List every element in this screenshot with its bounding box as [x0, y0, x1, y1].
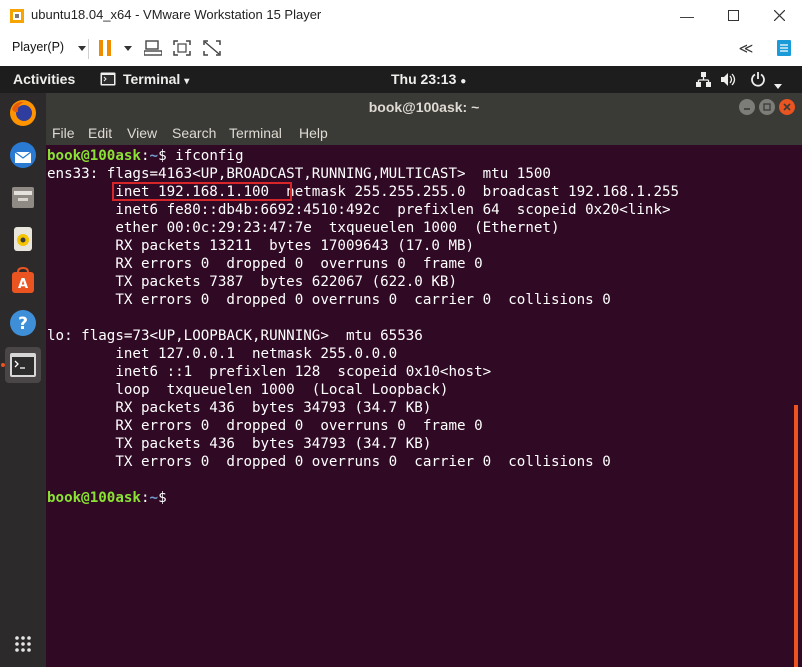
menu-view[interactable]: View — [127, 125, 157, 141]
toolbar-divider — [88, 39, 89, 59]
fullscreen-button[interactable] — [172, 39, 192, 57]
terminal-content[interactable]: book@100ask:~$ ifconfig ens33: flags=416… — [46, 145, 802, 667]
minimize-icon — [744, 108, 750, 110]
unity-icon — [203, 40, 221, 56]
terminal-close-button[interactable] — [779, 99, 795, 115]
clock-button[interactable]: Thu 23:13 ● — [391, 71, 466, 87]
show-applications-button[interactable] — [5, 626, 41, 662]
output-line: RX errors 0 dropped 0 overruns 0 frame 0 — [47, 418, 483, 434]
pause-dropdown-icon[interactable] — [118, 39, 138, 57]
prompt-path: ~ — [149, 490, 159, 506]
vmware-window-title: ubuntu18.04_x64 - VMware Workstation 15 … — [31, 7, 322, 22]
terminal-title-bar: book@100ask: ~ — [46, 93, 802, 121]
chevron-down-icon[interactable] — [72, 39, 92, 57]
gnome-top-bar: Activities Terminal ▾ Thu 23:13 ● — [0, 66, 802, 93]
message-log-icon — [777, 40, 791, 56]
terminal-maximize-button[interactable] — [759, 99, 775, 115]
volume-icon[interactable] — [720, 72, 738, 90]
terminal-scrollbar[interactable] — [794, 405, 798, 667]
ubuntu-dock: A ? — [0, 93, 46, 667]
menu-help[interactable]: Help — [299, 125, 328, 141]
dock-help[interactable]: ? — [5, 305, 41, 341]
minimize-icon: — — [680, 7, 694, 24]
files-icon — [12, 187, 34, 208]
command-text: ifconfig — [175, 148, 244, 164]
vmware-toolbar: Player(P) ≪ — [0, 31, 802, 67]
output-line: TX packets 436 bytes 34793 (34.7 KB) — [47, 436, 432, 452]
dock-ubuntu-software[interactable]: A — [5, 263, 41, 299]
command-line: book@100ask:~$ ifconfig — [47, 148, 244, 164]
svg-text:?: ? — [18, 314, 28, 334]
rhythmbox-icon — [14, 227, 32, 251]
output-line: RX packets 436 bytes 34793 (34.7 KB) — [47, 400, 432, 416]
dock-files[interactable] — [5, 179, 41, 215]
menu-terminal[interactable]: Terminal — [229, 125, 282, 141]
power-icon[interactable] — [750, 71, 766, 90]
network-icon[interactable] — [696, 72, 711, 90]
output-line: loop txqueuelen 1000 (Local Loopback) — [47, 382, 449, 398]
clock-label: Thu 23:13 — [391, 71, 457, 87]
output-line: lo: flags=73<UP,LOOPBACK,RUNNING> mtu 65… — [47, 328, 423, 344]
maximize-icon — [727, 10, 739, 21]
app-grid-icon — [15, 636, 31, 652]
terminal-menu-bar: File Edit View Search Terminal Help — [46, 121, 802, 145]
output-line: ether 00:0c:29:23:47:7e txqueuelen 1000 … — [47, 220, 560, 236]
vmware-logo-icon — [9, 8, 25, 24]
dock-firefox[interactable] — [5, 95, 41, 131]
send-ctrl-alt-del-button[interactable] — [143, 39, 163, 57]
prompt-path: ~ — [149, 148, 159, 164]
thunderbird-icon — [10, 142, 36, 168]
terminal-app-icon — [100, 72, 116, 89]
maximize-icon — [763, 103, 771, 111]
minimize-button[interactable]: — — [664, 0, 710, 31]
messages-button[interactable] — [774, 39, 794, 57]
svg-text:A: A — [18, 277, 28, 292]
ip-address-highlight — [112, 182, 292, 201]
terminal-window-title: book@100ask: ~ — [368, 99, 480, 115]
running-indicator — [1, 363, 5, 367]
computer-keyboard-icon — [144, 40, 162, 56]
player-menu-button[interactable]: Player(P) — [12, 40, 64, 54]
app-menu-button[interactable]: Terminal ▾ — [123, 71, 189, 87]
app-menu-label: Terminal — [123, 71, 181, 87]
double-chevron-left-icon: ≪ — [738, 39, 754, 56]
terminal-minimize-button[interactable] — [739, 99, 755, 115]
output-line: inet6 ::1 prefixlen 128 scopeid 0x10<hos… — [47, 364, 492, 380]
menu-file[interactable]: File — [52, 125, 75, 141]
chevron-down-icon: ▾ — [184, 76, 190, 87]
maximize-button[interactable] — [710, 0, 756, 31]
vmware-title-bar: ubuntu18.04_x64 - VMware Workstation 15 … — [0, 0, 802, 31]
dock-terminal[interactable] — [5, 347, 41, 383]
close-button[interactable] — [756, 0, 802, 31]
prompt-user: book@100ask — [47, 148, 141, 164]
menu-edit[interactable]: Edit — [88, 125, 112, 141]
dock-rhythmbox[interactable] — [5, 221, 41, 257]
output-line: RX errors 0 dropped 0 overruns 0 frame 0 — [47, 256, 483, 272]
system-menu-chevron-icon[interactable] — [774, 76, 782, 92]
menu-search[interactable]: Search — [172, 125, 216, 141]
close-icon — [783, 103, 791, 111]
output-line: TX packets 7387 bytes 622067 (622.0 KB) — [47, 274, 457, 290]
prompt-user: book@100ask — [47, 490, 141, 506]
firefox-icon — [10, 100, 36, 126]
output-line: inet6 fe80::db4b:6692:4510:492c prefixle… — [47, 202, 671, 218]
notification-dot-icon: ● — [460, 76, 467, 87]
fullscreen-icon — [173, 40, 191, 56]
output-line: RX packets 13211 bytes 17009643 (17.0 MB… — [47, 238, 475, 254]
activities-button[interactable]: Activities — [13, 71, 75, 87]
library-collapse-button[interactable]: ≪ — [736, 39, 756, 57]
dock-thunderbird[interactable] — [5, 137, 41, 173]
unity-button[interactable] — [202, 39, 222, 57]
output-line: inet 127.0.0.1 netmask 255.0.0.0 — [47, 346, 398, 362]
software-icon: A — [12, 267, 34, 293]
prompt-line: book@100ask:~$ — [47, 490, 176, 506]
output-line: ens33: flags=4163<UP,BROADCAST,RUNNING,M… — [47, 166, 551, 182]
pause-button[interactable] — [95, 39, 115, 57]
pause-icon — [99, 40, 111, 56]
close-icon — [773, 10, 785, 21]
output-line: TX errors 0 dropped 0 overruns 0 carrier… — [47, 292, 611, 308]
terminal-icon — [10, 353, 36, 377]
help-icon: ? — [10, 310, 36, 336]
output-line: TX errors 0 dropped 0 overruns 0 carrier… — [47, 454, 611, 470]
